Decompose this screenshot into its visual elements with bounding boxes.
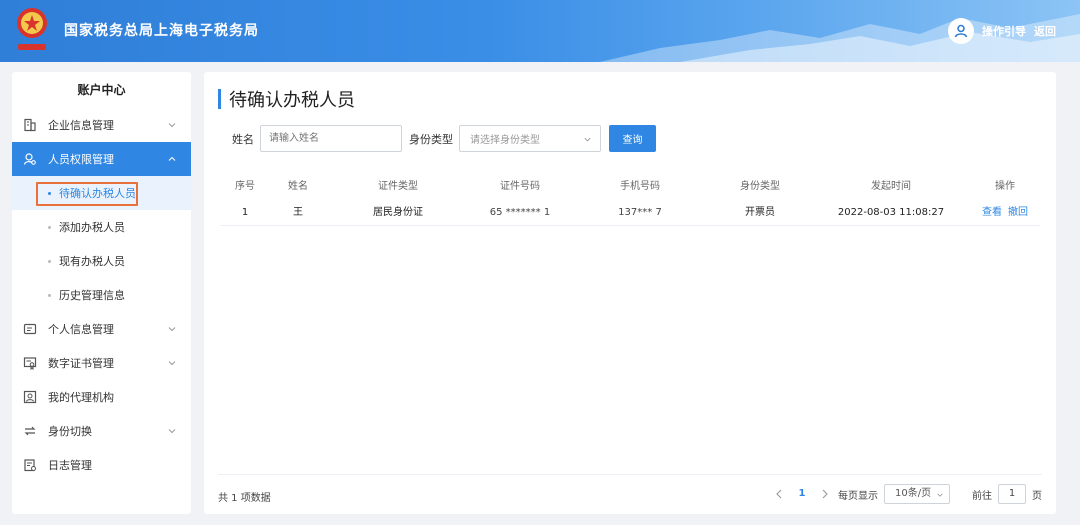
sidebar-item-enterprise-info[interactable]: 企业信息管理 — [12, 108, 191, 142]
filter-bar: 姓名 身份类型 请选择身份类型 查询 — [232, 125, 656, 152]
sidebar-item-label: 日志管理 — [48, 459, 92, 472]
table-header: 序号 姓名 证件类型 证件号码 手机号码 身份类型 发起时间 操作 — [220, 174, 1040, 200]
page-unit-label: 页 — [1032, 490, 1042, 502]
name-input[interactable] — [260, 125, 402, 152]
row-id-number: 65 ******* 1 — [489, 207, 551, 218]
sidebar-subitem-pending-confirm[interactable]: 待确认办税人员 — [12, 176, 191, 210]
agency-icon — [22, 389, 38, 405]
total-count: 共 1 项数据 — [218, 493, 271, 504]
sidebar-item-label: 企业信息管理 — [48, 119, 114, 132]
page-number[interactable]: 1 — [792, 484, 812, 504]
guide-link[interactable]: 操作引导 — [982, 23, 1026, 39]
back-link[interactable]: 返回 — [1034, 23, 1056, 39]
sidebar-subitem-existing-personnel[interactable]: 现有办税人员 — [12, 244, 191, 278]
row-phone: 137*** 7 — [618, 207, 662, 218]
query-button[interactable]: 查询 — [609, 125, 656, 152]
row-name: 王 — [293, 207, 303, 218]
goto-label: 前往 — [972, 490, 992, 502]
column-header: 操作 — [995, 181, 1015, 192]
tax-bureau-emblem-icon — [17, 8, 47, 50]
sidebar: 账户中心 企业信息管理 人员权限管理 待确认办税人员 添加办税人员 现有办税人员… — [12, 72, 191, 514]
sidebar-subitem-history[interactable]: 历史管理信息 — [12, 278, 191, 312]
chevron-down-icon — [168, 123, 176, 128]
building-icon — [22, 117, 38, 133]
column-header: 证件号码 — [500, 181, 540, 192]
view-link[interactable]: 查看 — [982, 207, 1002, 218]
chevron-up-icon — [168, 156, 176, 161]
sidebar-item-label: 我的代理机构 — [48, 391, 114, 404]
site-title: 国家税务总局上海电子税务局 — [64, 23, 259, 39]
id-type-label: 身份类型 — [409, 132, 453, 146]
chevron-down-icon — [168, 327, 176, 332]
id-type-placeholder: 请选择身份类型 — [470, 135, 540, 146]
id-card-icon — [22, 321, 38, 337]
name-label: 姓名 — [232, 132, 254, 146]
bullet-dot-icon — [48, 225, 51, 229]
column-header: 手机号码 — [620, 181, 660, 192]
chevron-down-icon — [168, 429, 176, 434]
highlight-box — [36, 182, 138, 206]
column-header: 身份类型 — [740, 181, 780, 192]
sidebar-item-log-management[interactable]: 日志管理 — [12, 448, 191, 482]
log-icon — [22, 457, 38, 473]
sidebar-item-label: 个人信息管理 — [48, 323, 114, 336]
table-footer: 共 1 项数据 1 每页显示 10条/页 前往 1 页 — [218, 474, 1042, 514]
sidebar-item-label: 数字证书管理 — [48, 357, 114, 370]
sidebar-subitem-add-personnel[interactable]: 添加办税人员 — [12, 210, 191, 244]
row-time: 2022-08-03 11:08:27 — [837, 207, 945, 218]
table-row: 1 王 居民身份证 65 ******* 1 137*** 7 开票员 2022… — [220, 200, 1040, 226]
sidebar-item-my-agency[interactable]: 我的代理机构 — [12, 380, 191, 414]
sidebar-subitem-label: 添加办税人员 — [59, 221, 125, 234]
certificate-icon — [22, 355, 38, 371]
column-header: 发起时间 — [871, 181, 911, 192]
chevron-down-icon — [584, 137, 591, 142]
per-page-label: 每页显示 — [838, 490, 878, 502]
personnel-table: 序号 姓名 证件类型 证件号码 手机号码 身份类型 发起时间 操作 1 王 居民… — [220, 174, 1040, 226]
page-title: 待确认办税人员 — [218, 88, 355, 111]
column-header: 序号 — [235, 181, 255, 192]
bullet-dot-icon — [48, 293, 51, 297]
row-index: 1 — [241, 207, 249, 218]
sidebar-item-label: 身份切换 — [48, 425, 92, 438]
sidebar-title: 账户中心 — [77, 83, 126, 97]
sidebar-item-label: 人员权限管理 — [48, 153, 114, 166]
bullet-dot-icon — [48, 259, 51, 263]
sidebar-item-personal-info[interactable]: 个人信息管理 — [12, 312, 191, 346]
chevron-down-icon — [168, 361, 176, 366]
column-header: 姓名 — [288, 181, 308, 192]
sidebar-subitem-label: 现有办税人员 — [59, 255, 125, 268]
column-header: 证件类型 — [378, 181, 418, 192]
user-avatar-icon[interactable] — [948, 18, 974, 44]
sidebar-item-identity-switch[interactable]: 身份切换 — [12, 414, 191, 448]
page-size-select[interactable]: 10条/页 — [884, 484, 950, 504]
sidebar-subitem-label: 历史管理信息 — [59, 289, 125, 302]
page-title-text: 待确认办税人员 — [229, 90, 355, 111]
revoke-link[interactable]: 撤回 — [1008, 207, 1028, 218]
user-area: 操作引导 返回 — [948, 18, 1056, 44]
sidebar-item-personnel-permissions[interactable]: 人员权限管理 — [12, 142, 191, 176]
top-header: 国家税务总局上海电子税务局 操作引导 返回 — [0, 0, 1080, 62]
main-panel: 待确认办税人员 姓名 身份类型 请选择身份类型 查询 序号 姓名 证件类型 证件… — [204, 72, 1056, 514]
row-actions: 查看 撤回 — [970, 200, 1040, 226]
chevron-down-icon — [937, 493, 943, 497]
switch-icon — [22, 423, 38, 439]
row-id-type: 居民身份证 — [373, 207, 423, 218]
user-search-icon — [22, 151, 38, 167]
pagination: 1 每页显示 10条/页 前往 1 页 — [772, 484, 1042, 504]
goto-page-input[interactable]: 1 — [998, 484, 1026, 504]
sidebar-item-digital-certificate[interactable]: 数字证书管理 — [12, 346, 191, 380]
page-size-value: 10条/页 — [895, 488, 932, 499]
title-accent-bar — [218, 89, 221, 109]
row-role: 开票员 — [745, 207, 775, 218]
next-page-icon[interactable] — [818, 484, 832, 504]
id-type-select[interactable]: 请选择身份类型 — [459, 125, 601, 152]
prev-page-icon[interactable] — [772, 484, 786, 504]
